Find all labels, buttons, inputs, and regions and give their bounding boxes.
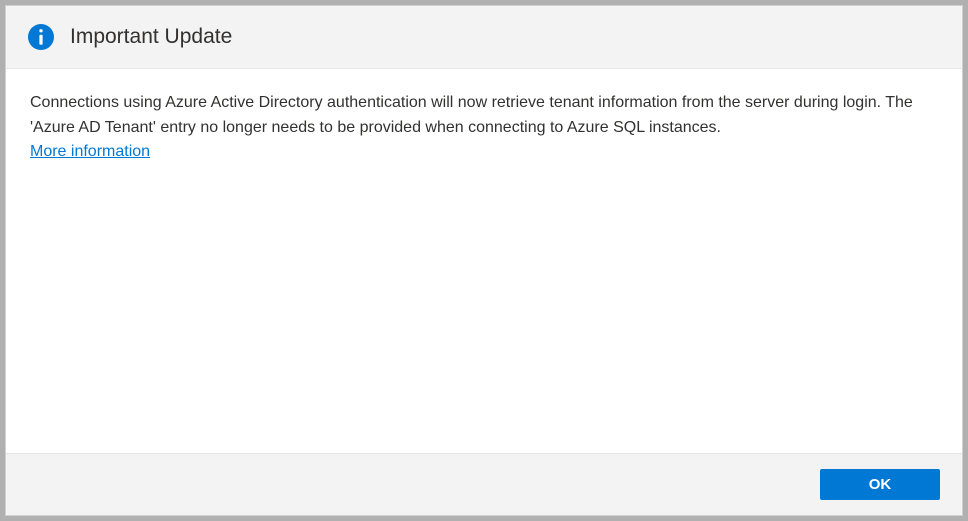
- dialog-footer: OK: [6, 453, 962, 515]
- dialog-content: Connections using Azure Active Directory…: [6, 69, 962, 453]
- dialog: Important Update Connections using Azure…: [5, 5, 963, 516]
- ok-button[interactable]: OK: [820, 469, 940, 500]
- dialog-header: Important Update: [6, 6, 962, 69]
- dialog-title: Important Update: [70, 25, 232, 49]
- dialog-message: Connections using Azure Active Directory…: [30, 91, 938, 141]
- more-information-link[interactable]: More information: [30, 143, 150, 161]
- info-icon: [28, 24, 54, 50]
